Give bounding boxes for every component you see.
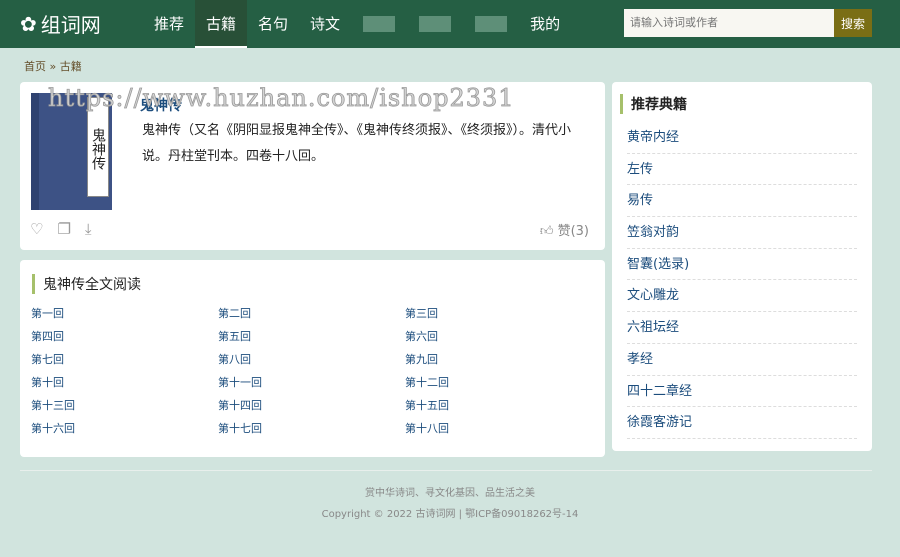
chapter-link[interactable]: 第五回	[218, 329, 405, 345]
footer-slogan: 赏中华诗词、寻文化基因、品生活之美	[365, 488, 535, 499]
nav-mine[interactable]: 我的	[519, 0, 571, 48]
like-button[interactable]: 👍︎ 赞(3)	[540, 220, 589, 239]
sidebar: 推荐典籍 黄帝内经 左传 易传 笠翁对韵 智囊(选录) 文心雕龙 六祖坛经 孝经 四十二章经 徐霞…	[612, 82, 872, 451]
chapter-link[interactable]: 第十一回	[218, 375, 405, 391]
book-title[interactable]: 鬼神传	[140, 95, 182, 115]
chapter-link[interactable]: 第九回	[405, 352, 592, 368]
nav-ancient-books[interactable]: 古籍	[195, 0, 248, 48]
sidebar-item[interactable]: 徐霞客游记	[627, 407, 857, 439]
nav-quotes[interactable]: 名句	[247, 0, 299, 48]
chapter-link[interactable]: 第十五回	[405, 398, 592, 414]
sidebar-item[interactable]: 左传	[627, 154, 857, 186]
chapter-link[interactable]: 第十七回	[218, 421, 405, 437]
breadcrumb: 首页 » 古籍	[24, 60, 82, 73]
sidebar-item[interactable]: 易传	[627, 185, 857, 218]
chapter-link[interactable]: 第七回	[31, 352, 218, 368]
download-icon[interactable]: ⤓	[85, 220, 92, 238]
sidebar-item[interactable]: 四十二章经	[627, 376, 857, 408]
chapter-link[interactable]: 第四回	[31, 329, 218, 345]
chapter-link[interactable]: 第十六回	[31, 421, 218, 437]
sidebar-item[interactable]: 笠翁对韵	[627, 217, 857, 249]
logo[interactable]: ✿ 组词网	[20, 9, 101, 38]
chapter-link[interactable]: 第三回	[405, 306, 592, 322]
main-nav: 推荐 古籍 名句 诗文 我的	[143, 0, 571, 48]
book-card: 鬼神传 鬼神传 鬼神传（又名《阴阳显报鬼神全传》、《鬼神传终须报》、《终须报》）…	[20, 82, 605, 250]
chapter-link[interactable]: 第十四回	[218, 398, 405, 414]
sidebar-item[interactable]: 黄帝内经	[627, 122, 857, 154]
heart-icon[interactable]: ♡	[30, 220, 43, 238]
header: ✿组词网 推荐 古籍 名句 诗文 我的 搜索	[0, 0, 900, 48]
search-button[interactable]: 搜索	[834, 9, 872, 37]
footer-divider	[20, 470, 872, 471]
thumbs-up-icon: 👍︎	[539, 224, 554, 239]
sidebar-item[interactable]: 六祖坛经	[627, 312, 857, 344]
sidebar-item[interactable]: 智囊(选录)	[627, 249, 857, 281]
blurred-nav-item[interactable]	[475, 16, 508, 32]
chapter-link[interactable]: 第十回	[31, 375, 218, 391]
sidebar-item[interactable]: 孝经	[627, 344, 857, 376]
logo-icon: ✿	[20, 11, 37, 36]
book-description: 鬼神传（又名《阴阳显报鬼神全传》、《鬼神传终须报》、《终须报》）。清代小说。丹柱…	[142, 123, 572, 164]
sidebar-list: 黄帝内经 左传 易传 笠翁对韵 智囊(选录) 文心雕龙 六祖坛经 孝经 四十二章经 徐霞客游记	[627, 122, 857, 439]
chapter-list: 第一回 第二回 第三回 第四回 第五回 第六回 第七回 第八回 第九回 第十回 第十一回 第十二回 第十…	[31, 306, 592, 437]
sidebar-item[interactable]: 文心雕龙	[627, 280, 857, 313]
search-input[interactable]	[624, 9, 834, 37]
book-cover: 鬼神传	[31, 93, 112, 210]
nav-recommend[interactable]: 推荐	[143, 0, 195, 48]
copy-icon[interactable]: ❐	[57, 220, 70, 238]
chapter-link[interactable]: 第一回	[31, 306, 218, 322]
blurred-nav-item[interactable]	[363, 16, 396, 32]
chapter-link[interactable]: 第六回	[405, 329, 592, 345]
sidebar-heading: 推荐典籍	[620, 94, 687, 114]
nav-poems[interactable]: 诗文	[299, 0, 351, 48]
blurred-nav-item[interactable]	[419, 16, 452, 32]
chapters-card: 鬼神传全文阅读 第一回 第二回 第三回 第四回 第五回 第六回 第七回 第八回 第九回 第十回 第十…	[20, 260, 605, 457]
chapter-link[interactable]: 第十三回	[31, 398, 218, 414]
search-form: 搜索	[624, 9, 872, 37]
chapter-link[interactable]: 第十二回	[405, 375, 592, 391]
chapter-link[interactable]: 第二回	[218, 306, 405, 322]
chapter-link[interactable]: 第八回	[218, 352, 405, 368]
breadcrumb-current: 古籍	[59, 60, 82, 73]
chapters-heading: 鬼神传全文阅读	[32, 274, 141, 294]
footer-copyright: Copyright © 2022 古诗词网 | 鄂ICP备09018262号-1…	[321, 509, 579, 520]
breadcrumb-home[interactable]: 首页	[24, 60, 46, 73]
chapter-link[interactable]: 第十八回	[405, 421, 592, 437]
